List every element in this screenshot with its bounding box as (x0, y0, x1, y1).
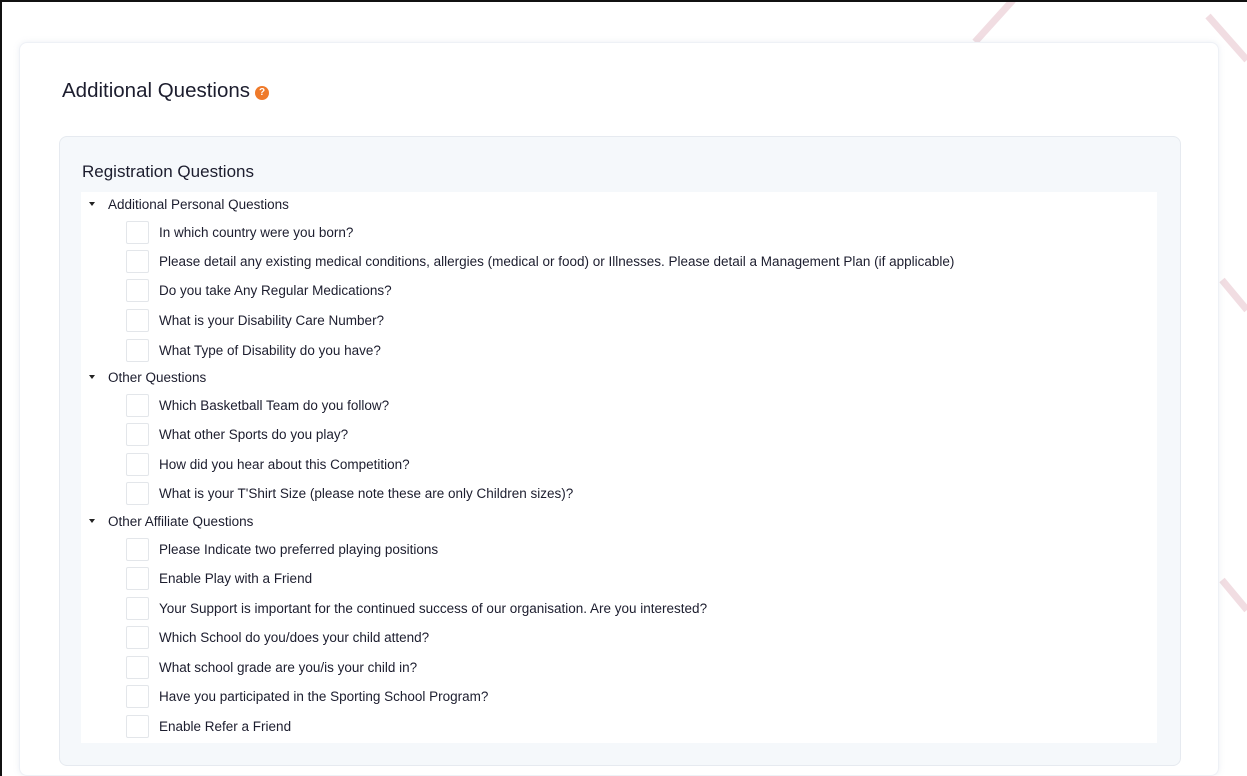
question-checkbox[interactable] (126, 537, 149, 561)
question-checkbox[interactable] (126, 714, 149, 738)
question-label: In which country were you born? (159, 224, 354, 240)
panel-title: Registration Questions (82, 162, 254, 181)
question-label: Please Indicate two preferred playing po… (159, 541, 439, 557)
question-circle-icon[interactable]: ? (255, 85, 270, 100)
question-checkbox[interactable] (126, 422, 149, 446)
question-item[interactable]: In which country were you born? (126, 220, 353, 244)
question-label: What is your T'Shirt Size (please note t… (159, 485, 574, 501)
question-item[interactable]: Please Indicate two preferred playing po… (126, 537, 438, 561)
question-label: What other Sports do you play? (159, 426, 349, 442)
tree-group-label: Other Questions (108, 369, 207, 385)
question-checkbox[interactable] (126, 393, 149, 417)
question-item[interactable]: What other Sports do you play? (126, 422, 348, 446)
question-label: Enable Play with a Friend (159, 570, 313, 586)
section-title: Additional Questions ? (62, 79, 270, 103)
tree-group-additional-personal-questions[interactable]: Additional Personal Questions (88, 194, 289, 214)
question-label: What Type of Disability do you have? (159, 342, 381, 358)
tree-group-label: Additional Personal Questions (108, 196, 289, 212)
question-item[interactable]: Please detail any existing medical condi… (126, 249, 954, 273)
question-label: Enable Refer a Friend (159, 718, 292, 734)
question-label: Have you participated in the Sporting Sc… (159, 688, 489, 704)
question-label: Your Support is important for the contin… (159, 600, 708, 616)
question-label: What school grade are you/is your child … (159, 659, 418, 675)
caret-down-icon[interactable] (89, 202, 95, 206)
question-item[interactable]: Which Basketball Team do you follow? (126, 393, 389, 417)
question-checkbox[interactable] (126, 625, 149, 649)
question-item[interactable]: What is your Disability Care Number? (126, 308, 384, 332)
question-checkbox[interactable] (126, 249, 149, 273)
question-checkbox[interactable] (126, 308, 149, 332)
question-checkbox[interactable] (126, 220, 149, 244)
question-label: Which Basketball Team do you follow? (159, 397, 390, 413)
tree-group-other-questions[interactable]: Other Questions (88, 367, 206, 387)
section-title-text: Additional Questions (62, 79, 251, 102)
question-checkbox[interactable] (126, 655, 149, 679)
question-label: Which School do you/does your child atte… (159, 629, 430, 645)
tree-group-other-affiliate-questions[interactable]: Other Affiliate Questions (88, 511, 253, 531)
question-checkbox[interactable] (126, 452, 149, 476)
question-checkbox[interactable] (126, 278, 149, 302)
question-item[interactable]: Which School do you/does your child atte… (126, 625, 429, 649)
question-checkbox[interactable] (126, 338, 149, 362)
question-item[interactable]: Do you take Any Regular Medications? (126, 278, 392, 302)
question-checkbox[interactable] (126, 566, 149, 590)
question-label: What is your Disability Care Number? (159, 312, 385, 328)
question-checkbox[interactable] (126, 684, 149, 708)
tree-group-label: Other Affiliate Questions (108, 513, 254, 529)
question-item[interactable]: Have you participated in the Sporting Sc… (126, 684, 488, 708)
question-item[interactable]: Your Support is important for the contin… (126, 596, 707, 620)
question-label: Please detail any existing medical condi… (159, 253, 955, 269)
question-checkbox[interactable] (126, 481, 149, 505)
question-item[interactable]: How did you hear about this Competition? (126, 452, 410, 476)
caret-down-icon[interactable] (89, 519, 95, 523)
question-label: How did you hear about this Competition? (159, 456, 410, 472)
question-item[interactable]: Enable Play with a Friend (126, 566, 312, 590)
question-label: Do you take Any Regular Medications? (159, 282, 392, 298)
question-item[interactable]: Enable Refer a Friend (126, 714, 291, 738)
question-item[interactable]: What is your T'Shirt Size (please note t… (126, 481, 573, 505)
caret-down-icon[interactable] (89, 375, 95, 379)
question-item[interactable]: What Type of Disability do you have? (126, 338, 381, 362)
question-checkbox[interactable] (126, 596, 149, 620)
question-item[interactable]: What school grade are you/is your child … (126, 655, 417, 679)
